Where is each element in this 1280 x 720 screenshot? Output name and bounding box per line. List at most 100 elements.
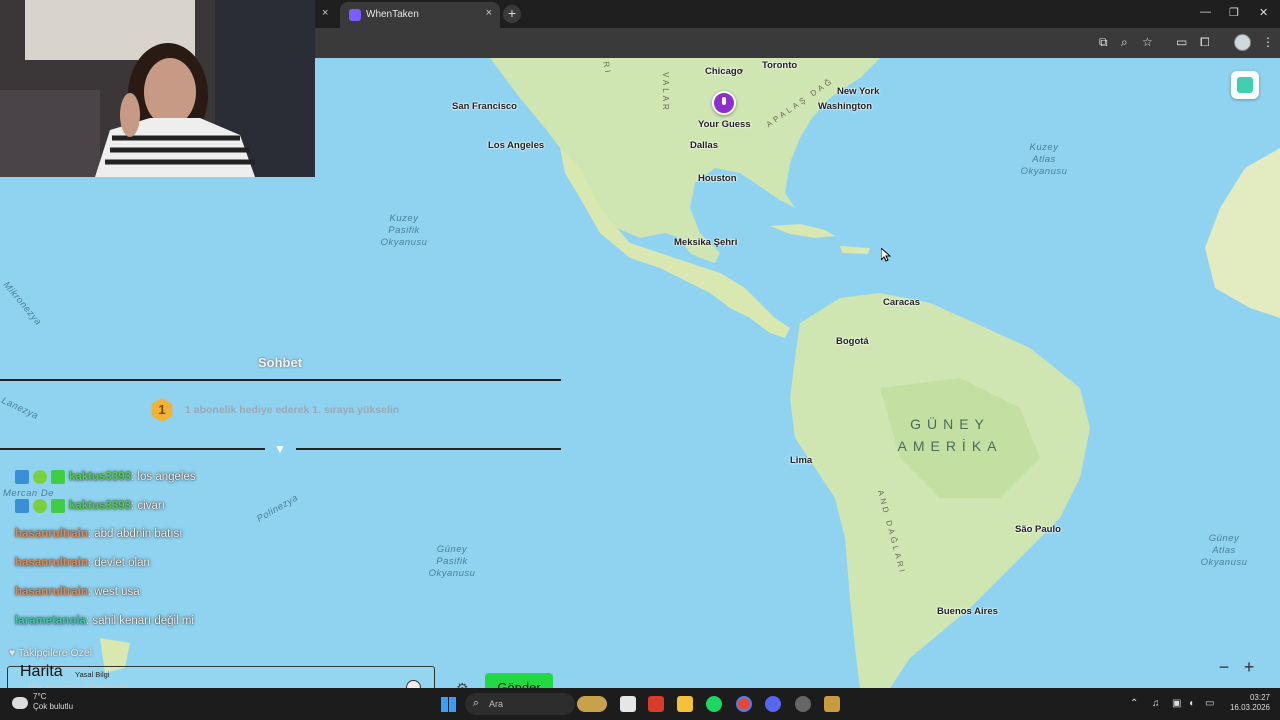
sub-badge-icon: [51, 499, 65, 513]
chat-divider: [296, 448, 561, 450]
tab-close-button[interactable]: ×: [486, 7, 492, 19]
city-sao-paulo[interactable]: São Paulo: [1015, 524, 1061, 535]
city-bogota[interactable]: Bogotá: [836, 336, 869, 347]
battery-icon[interactable]: ▭: [1205, 698, 1214, 709]
sub-badge-icon: [51, 470, 65, 484]
minimize-button[interactable]: —: [1200, 6, 1211, 18]
chrome-icon[interactable]: [736, 696, 752, 712]
discord-icon[interactable]: [765, 696, 781, 712]
weather-temp: 7°C: [33, 692, 47, 701]
ocean-north-atlantic: Kuzey Atlas Okyanusu: [1012, 142, 1076, 178]
chat-text: : abd abdnin batısı: [87, 528, 183, 540]
ocean-line: Atlas: [1212, 545, 1236, 556]
guess-label: Your Guess: [698, 119, 751, 130]
windows-start-icon[interactable]: [441, 697, 456, 712]
city-dallas[interactable]: Dallas: [690, 140, 718, 151]
ocean-line: Okyanusu: [380, 237, 428, 248]
file-explorer-icon[interactable]: [677, 696, 693, 712]
moderator-badge-icon: [15, 470, 29, 484]
vip-badge-icon: [33, 470, 47, 484]
city-washington[interactable]: Washington: [818, 101, 872, 112]
taskbar-clock[interactable]: 03:27 16.03.2026: [1226, 693, 1270, 713]
favicon-icon: [349, 9, 361, 21]
game-logo-button[interactable]: [1231, 71, 1259, 99]
chat-text: : los angeles: [131, 471, 196, 484]
legal-link[interactable]: Yasal Bilgi: [75, 670, 109, 679]
ocean-line: Okyanusu: [428, 568, 476, 579]
region-line-2: AMERİKA: [897, 438, 1003, 454]
city-caracas[interactable]: Caracas: [883, 297, 920, 308]
reader-icon[interactable]: ▭: [1176, 35, 1187, 49]
vip-badge-icon: [33, 499, 47, 513]
profile-avatar[interactable]: [1234, 34, 1251, 51]
league-icon[interactable]: [824, 696, 840, 712]
network-icon[interactable]: ▣: [1172, 698, 1181, 709]
pdf-app-icon[interactable]: [648, 696, 664, 712]
translate-icon[interactable]: ⧉: [1099, 35, 1108, 50]
volume-icon[interactable]: ◖: [1188, 698, 1194, 709]
taskbar: [0, 688, 1280, 720]
city-los-angeles[interactable]: Los Angeles: [488, 140, 544, 151]
extensions-icon[interactable]: ⧠: [1200, 35, 1210, 50]
chat-divider: [0, 379, 561, 381]
chat-username[interactable]: kaktus3393: [69, 471, 131, 483]
zoom-icon[interactable]: ⌕: [1121, 35, 1128, 50]
clock-date: 16.03.2026: [1229, 703, 1270, 712]
chat-username[interactable]: kaktus3393: [69, 500, 131, 512]
tray-chevron-icon[interactable]: ⌃: [1130, 698, 1138, 709]
region-line-1: GÜNEY: [910, 416, 990, 432]
window-close-button[interactable]: ✕: [1259, 6, 1268, 19]
webcam-feed: [0, 0, 315, 177]
weather-widget[interactable]: 7°C Çok bulutlu: [33, 692, 73, 712]
taskbar-search[interactable]: ⌕ Ara: [465, 693, 575, 715]
map-layer-label[interactable]: Harita: [20, 663, 63, 681]
ocean-line: Pasifik: [388, 225, 420, 236]
chat-username[interactable]: hasanrultrain: [15, 586, 88, 598]
spotify-icon[interactable]: [706, 696, 722, 712]
city-new-york[interactable]: New York: [837, 86, 879, 97]
chat-message: kaktus3393: los angeles: [15, 470, 196, 484]
city-chicago[interactable]: Chicago: [705, 66, 742, 77]
weather-cloud-icon[interactable]: [12, 697, 28, 709]
taskview-icon[interactable]: [620, 696, 636, 712]
ocean-north-pacific: Kuzey Pasifik Okyanusu: [372, 213, 436, 249]
ocean-south-atlantic: Güney Atlas Okyanusu: [1192, 533, 1256, 569]
mouse-cursor-icon: [881, 248, 891, 262]
widgets-icon[interactable]: [577, 696, 607, 712]
chat-username[interactable]: hasanrultrain: [15, 528, 88, 540]
region-label: GÜNEY AMERİKA: [890, 413, 1010, 457]
chat-username[interactable]: larametanoia: [15, 615, 86, 627]
chat-username[interactable]: hasanrultrain: [15, 557, 88, 569]
guess-pin-icon[interactable]: [712, 91, 736, 115]
mic-icon[interactable]: ♫: [1152, 698, 1160, 709]
chat-text: : west usa: [87, 586, 140, 598]
city-buenos-aires[interactable]: Buenos Aires: [937, 606, 998, 617]
prev-tab-close-button[interactable]: ×: [322, 7, 328, 19]
city-san-francisco[interactable]: San Francisco: [452, 101, 517, 112]
zoom-in-button[interactable]: +: [1239, 658, 1259, 678]
game-logo-icon: [1237, 77, 1253, 93]
ocean-line: Güney: [436, 544, 468, 555]
tab-whentaken[interactable]: WhenTaken ×: [340, 2, 500, 28]
moderator-badge-icon: [15, 499, 29, 513]
ocean-line: Güney: [1208, 533, 1240, 544]
ocean-line: Okyanusu: [1200, 557, 1248, 568]
city-toronto[interactable]: Toronto: [762, 60, 797, 71]
steam-icon[interactable]: [795, 696, 811, 712]
menu-kebab-icon[interactable]: ⋮: [1262, 35, 1274, 49]
search-icon: ⌕: [473, 697, 480, 709]
ocean-line: Kuzey: [389, 213, 419, 224]
city-houston[interactable]: Houston: [698, 173, 737, 184]
restore-button[interactable]: ❐: [1229, 6, 1239, 19]
new-tab-button[interactable]: +: [503, 5, 521, 23]
zoom-out-button[interactable]: −: [1214, 658, 1234, 678]
city-lima[interactable]: Lima: [790, 455, 812, 466]
ocean-line: Okyanusu: [1020, 166, 1068, 177]
city-mexico-city[interactable]: Meksika Şehri: [674, 237, 737, 248]
chat-text: : devlet olan: [87, 557, 150, 569]
bookmark-star-icon[interactable]: ☆: [1142, 35, 1153, 49]
collapse-chevron-icon[interactable]: ▼: [272, 442, 288, 456]
ocean-line: Atlas: [1032, 154, 1056, 165]
mountain-label: VALAR: [660, 72, 670, 113]
sub-gift-notice[interactable]: 1 abonelik hediye ederek 1. sıraya yükse…: [185, 404, 399, 416]
